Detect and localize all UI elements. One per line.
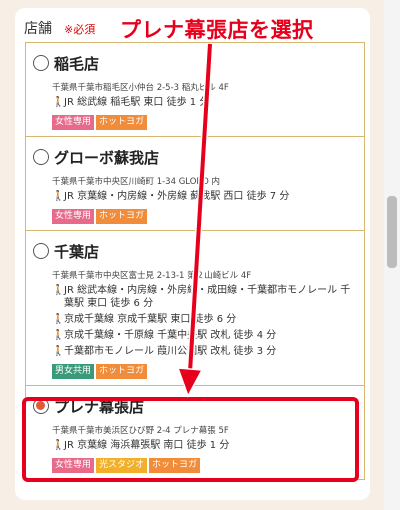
access-line: 🚶 JR 総武線 稲毛駅 東口 徒歩 1 分 <box>52 96 356 109</box>
access-text: 京成千葉線・千原線 千葉中央駅 改札 徒歩 4 分 <box>64 330 277 341</box>
tag-badge: 女性専用 <box>52 115 95 130</box>
walking-person-icon: 🚶 <box>52 314 65 325</box>
annotation-label: プレナ幕張店を選択 <box>120 18 314 42</box>
tag-badge: 男女共用 <box>52 364 95 379</box>
tag-list: 女性専用 ホットヨガ <box>52 209 356 224</box>
tag-badge: ホットヨガ <box>96 364 148 379</box>
access-line: 🚶 京成千葉線 京成千葉駅 東口 徒歩 6 分 <box>52 313 356 326</box>
walking-person-icon: 🚶 <box>52 97 65 108</box>
access-text: 京成千葉線 京成千葉駅 東口 徒歩 6 分 <box>64 314 237 325</box>
tag-list: 男女共用 ホットヨガ <box>52 364 356 379</box>
access-line: 🚶 JR 京葉線・内房線・外房線 蘇我駅 西口 徒歩 7 分 <box>52 190 356 203</box>
walking-person-icon: 🚶 <box>52 346 65 357</box>
store-address: 千葉県千葉市稲毛区小仲台 2-5-3 稲丸ビル 4F <box>52 83 229 93</box>
scrollbar-thumb[interactable] <box>387 196 397 268</box>
selection-highlight-box <box>22 397 359 482</box>
store-option-inage[interactable]: 稲毛店 千葉県千葉市稲毛区小仲台 2-5-3 稲丸ビル 4F 🚶 JR 総武線 … <box>26 43 364 137</box>
access-text: JR 総武本線・内房線・外房線・成田線・千葉都市モノレール 千葉駅 東口 徒歩 … <box>64 285 351 309</box>
access-line: 🚶 JR 総武本線・内房線・外房線・成田線・千葉都市モノレール 千葉駅 東口 徒… <box>52 284 356 310</box>
walking-person-icon: 🚶 <box>52 330 65 341</box>
tag-badge: ホットヨガ <box>96 115 148 130</box>
access-line: 🚶 京成千葉線・千原線 千葉中央駅 改札 徒歩 4 分 <box>52 329 356 342</box>
walking-person-icon: 🚶 <box>52 285 65 296</box>
radio-button[interactable] <box>33 243 49 259</box>
walking-person-icon: 🚶 <box>52 191 65 202</box>
access-line: 🚶 千葉都市モノレール 葭川公園駅 改札 徒歩 3 分 <box>52 345 356 358</box>
access-text: JR 京葉線・内房線・外房線 蘇我駅 西口 徒歩 7 分 <box>64 191 290 202</box>
store-option-globo-soga[interactable]: グローボ蘇我店 千葉県千葉市中央区川崎町 1-34 GLOBO 内 🚶 JR 京… <box>26 137 364 231</box>
required-marker: ※必須 <box>64 23 96 36</box>
store-name: 千葉店 <box>54 242 100 261</box>
store-option-chiba[interactable]: 千葉店 千葉県千葉市中央区富士見 2-13-1 第２山崎ビル 4F 🚶 JR 総… <box>26 231 364 386</box>
store-address: 千葉県千葉市中央区富士見 2-13-1 第２山崎ビル 4F <box>52 271 252 281</box>
store-name: 稲毛店 <box>54 54 100 73</box>
scrollbar-track[interactable] <box>384 0 400 510</box>
tag-badge: 女性専用 <box>52 209 95 224</box>
access-text: 千葉都市モノレール 葭川公園駅 改札 徒歩 3 分 <box>64 346 277 357</box>
store-name: グローボ蘇我店 <box>54 148 160 167</box>
access-text: JR 総武線 稲毛駅 東口 徒歩 1 分 <box>64 97 210 108</box>
radio-button[interactable] <box>33 149 49 165</box>
store-address: 千葉県千葉市中央区川崎町 1-34 GLOBO 内 <box>52 177 220 187</box>
tag-list: 女性専用 ホットヨガ <box>52 115 356 130</box>
tag-badge: ホットヨガ <box>96 209 148 224</box>
store-field-label: 店舗 <box>24 21 52 37</box>
radio-button[interactable] <box>33 55 49 71</box>
